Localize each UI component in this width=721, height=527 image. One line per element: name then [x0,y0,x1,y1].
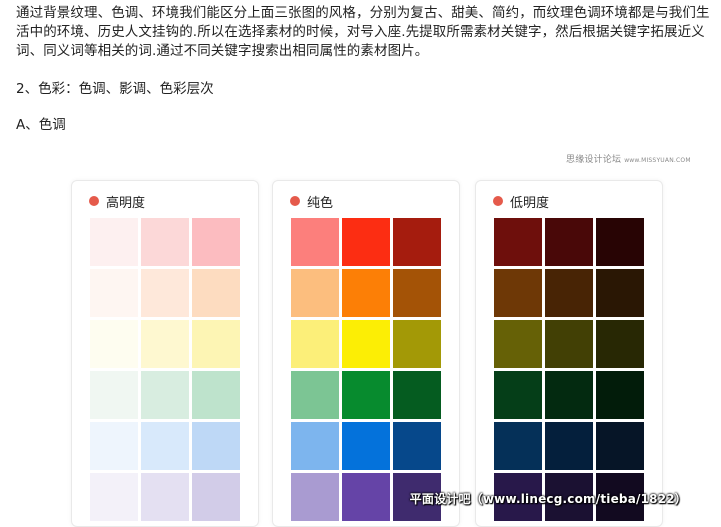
color-swatch [90,422,138,470]
color-swatch [393,422,441,470]
color-swatch [342,320,390,368]
red-dot-icon [493,196,503,206]
color-swatch [342,371,390,419]
color-swatch [192,320,240,368]
color-swatch [291,422,339,470]
color-swatch [90,473,138,521]
swatch-grid [90,218,240,521]
color-swatch [291,320,339,368]
color-swatch [545,218,593,266]
color-swatch [192,371,240,419]
swatch-grid [291,218,441,521]
color-swatch [393,371,441,419]
subsection-heading: A、色调 [16,117,66,133]
red-dot-icon [290,196,300,206]
image-credit: 思缘设计论坛 www.MISSYUAN.COM [566,152,691,165]
color-swatch [596,269,644,317]
color-swatch [291,269,339,317]
credit-site: www.MISSYUAN.COM [624,157,691,164]
color-swatch [141,371,189,419]
color-card-low-brightness: 低明度 [475,180,663,527]
color-swatch [393,269,441,317]
color-swatch [90,320,138,368]
color-card-pure: 纯色 [272,180,460,527]
section-heading: 2、色彩：色调、影调、色彩层次 [16,81,214,97]
color-card-high-brightness: 高明度 [71,180,259,527]
color-swatch [141,422,189,470]
card-header: 低明度 [493,191,549,211]
color-swatch [90,371,138,419]
color-swatch [545,371,593,419]
color-swatch [494,218,542,266]
color-swatch [342,269,390,317]
color-swatch [141,218,189,266]
color-swatch [342,473,390,521]
color-swatch [596,422,644,470]
color-swatch [393,218,441,266]
color-swatch [141,320,189,368]
color-swatch [90,218,138,266]
card-title: 低明度 [510,195,550,211]
color-swatch [545,422,593,470]
color-swatch [291,218,339,266]
color-swatch [342,218,390,266]
card-title: 高明度 [106,195,146,211]
color-swatch [494,320,542,368]
color-swatch [494,371,542,419]
color-swatch [141,473,189,521]
color-swatch [192,218,240,266]
color-swatch [90,269,138,317]
color-swatch [141,269,189,317]
color-swatch [393,320,441,368]
color-swatch [494,269,542,317]
card-header: 纯色 [290,191,333,211]
swatch-grid [494,218,644,521]
color-swatch [596,218,644,266]
color-swatch [291,371,339,419]
watermark: 平面设计吧（www.linecg.com/tieba/1822） [409,492,687,506]
color-swatch [545,269,593,317]
card-header: 高明度 [89,191,145,211]
color-swatch [596,371,644,419]
color-swatch [192,422,240,470]
card-title: 纯色 [307,195,334,211]
credit-text: 思缘设计论坛 [566,155,622,165]
color-swatch [545,320,593,368]
color-swatch [291,473,339,521]
red-dot-icon [89,196,99,206]
color-swatch [342,422,390,470]
color-swatch [192,269,240,317]
color-swatch [192,473,240,521]
article-paragraph: 通过背景纹理、色调、环境我们能区分上面三张图的风格，分别为复古、甜美、简约，而纹… [16,5,710,59]
color-swatch [494,422,542,470]
color-swatch [596,320,644,368]
